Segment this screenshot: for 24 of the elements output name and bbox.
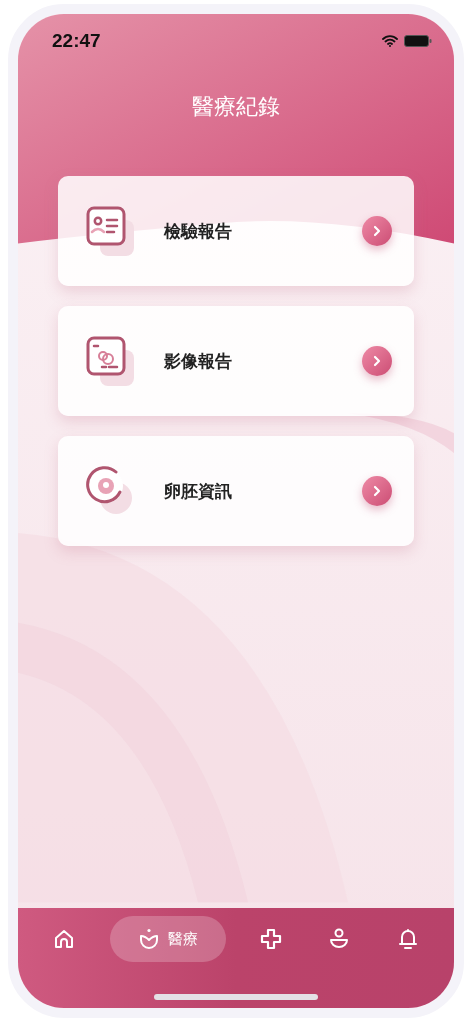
wifi-icon [382,35,398,47]
tulip-icon [137,928,160,950]
person-icon [328,928,351,950]
arrow-button[interactable] [362,346,392,376]
target-circle-icon [86,466,134,516]
battery-icon [404,35,432,47]
bell-icon [396,928,419,950]
home-icon [53,928,76,950]
record-card[interactable]: 影像報告 [58,306,414,416]
record-label: 檢驗報告 [164,219,233,243]
record-card[interactable]: 卵胚資訊 [58,436,414,546]
arrow-button[interactable] [362,216,392,246]
chevron-icon [372,355,382,367]
record-label: 影像報告 [164,349,233,373]
status-time: 22:47 [52,30,101,52]
page-title: 醫療紀錄 [191,93,281,121]
plus-icon [259,928,282,950]
scan-image-icon [86,336,134,386]
id-card-icon [86,206,134,256]
chevron-icon [372,225,382,237]
chevron-icon [372,485,382,497]
record-label: 卵胚資訊 [164,479,233,503]
record-card[interactable]: 檢驗報告 [58,176,414,286]
arrow-button[interactable] [362,476,392,506]
